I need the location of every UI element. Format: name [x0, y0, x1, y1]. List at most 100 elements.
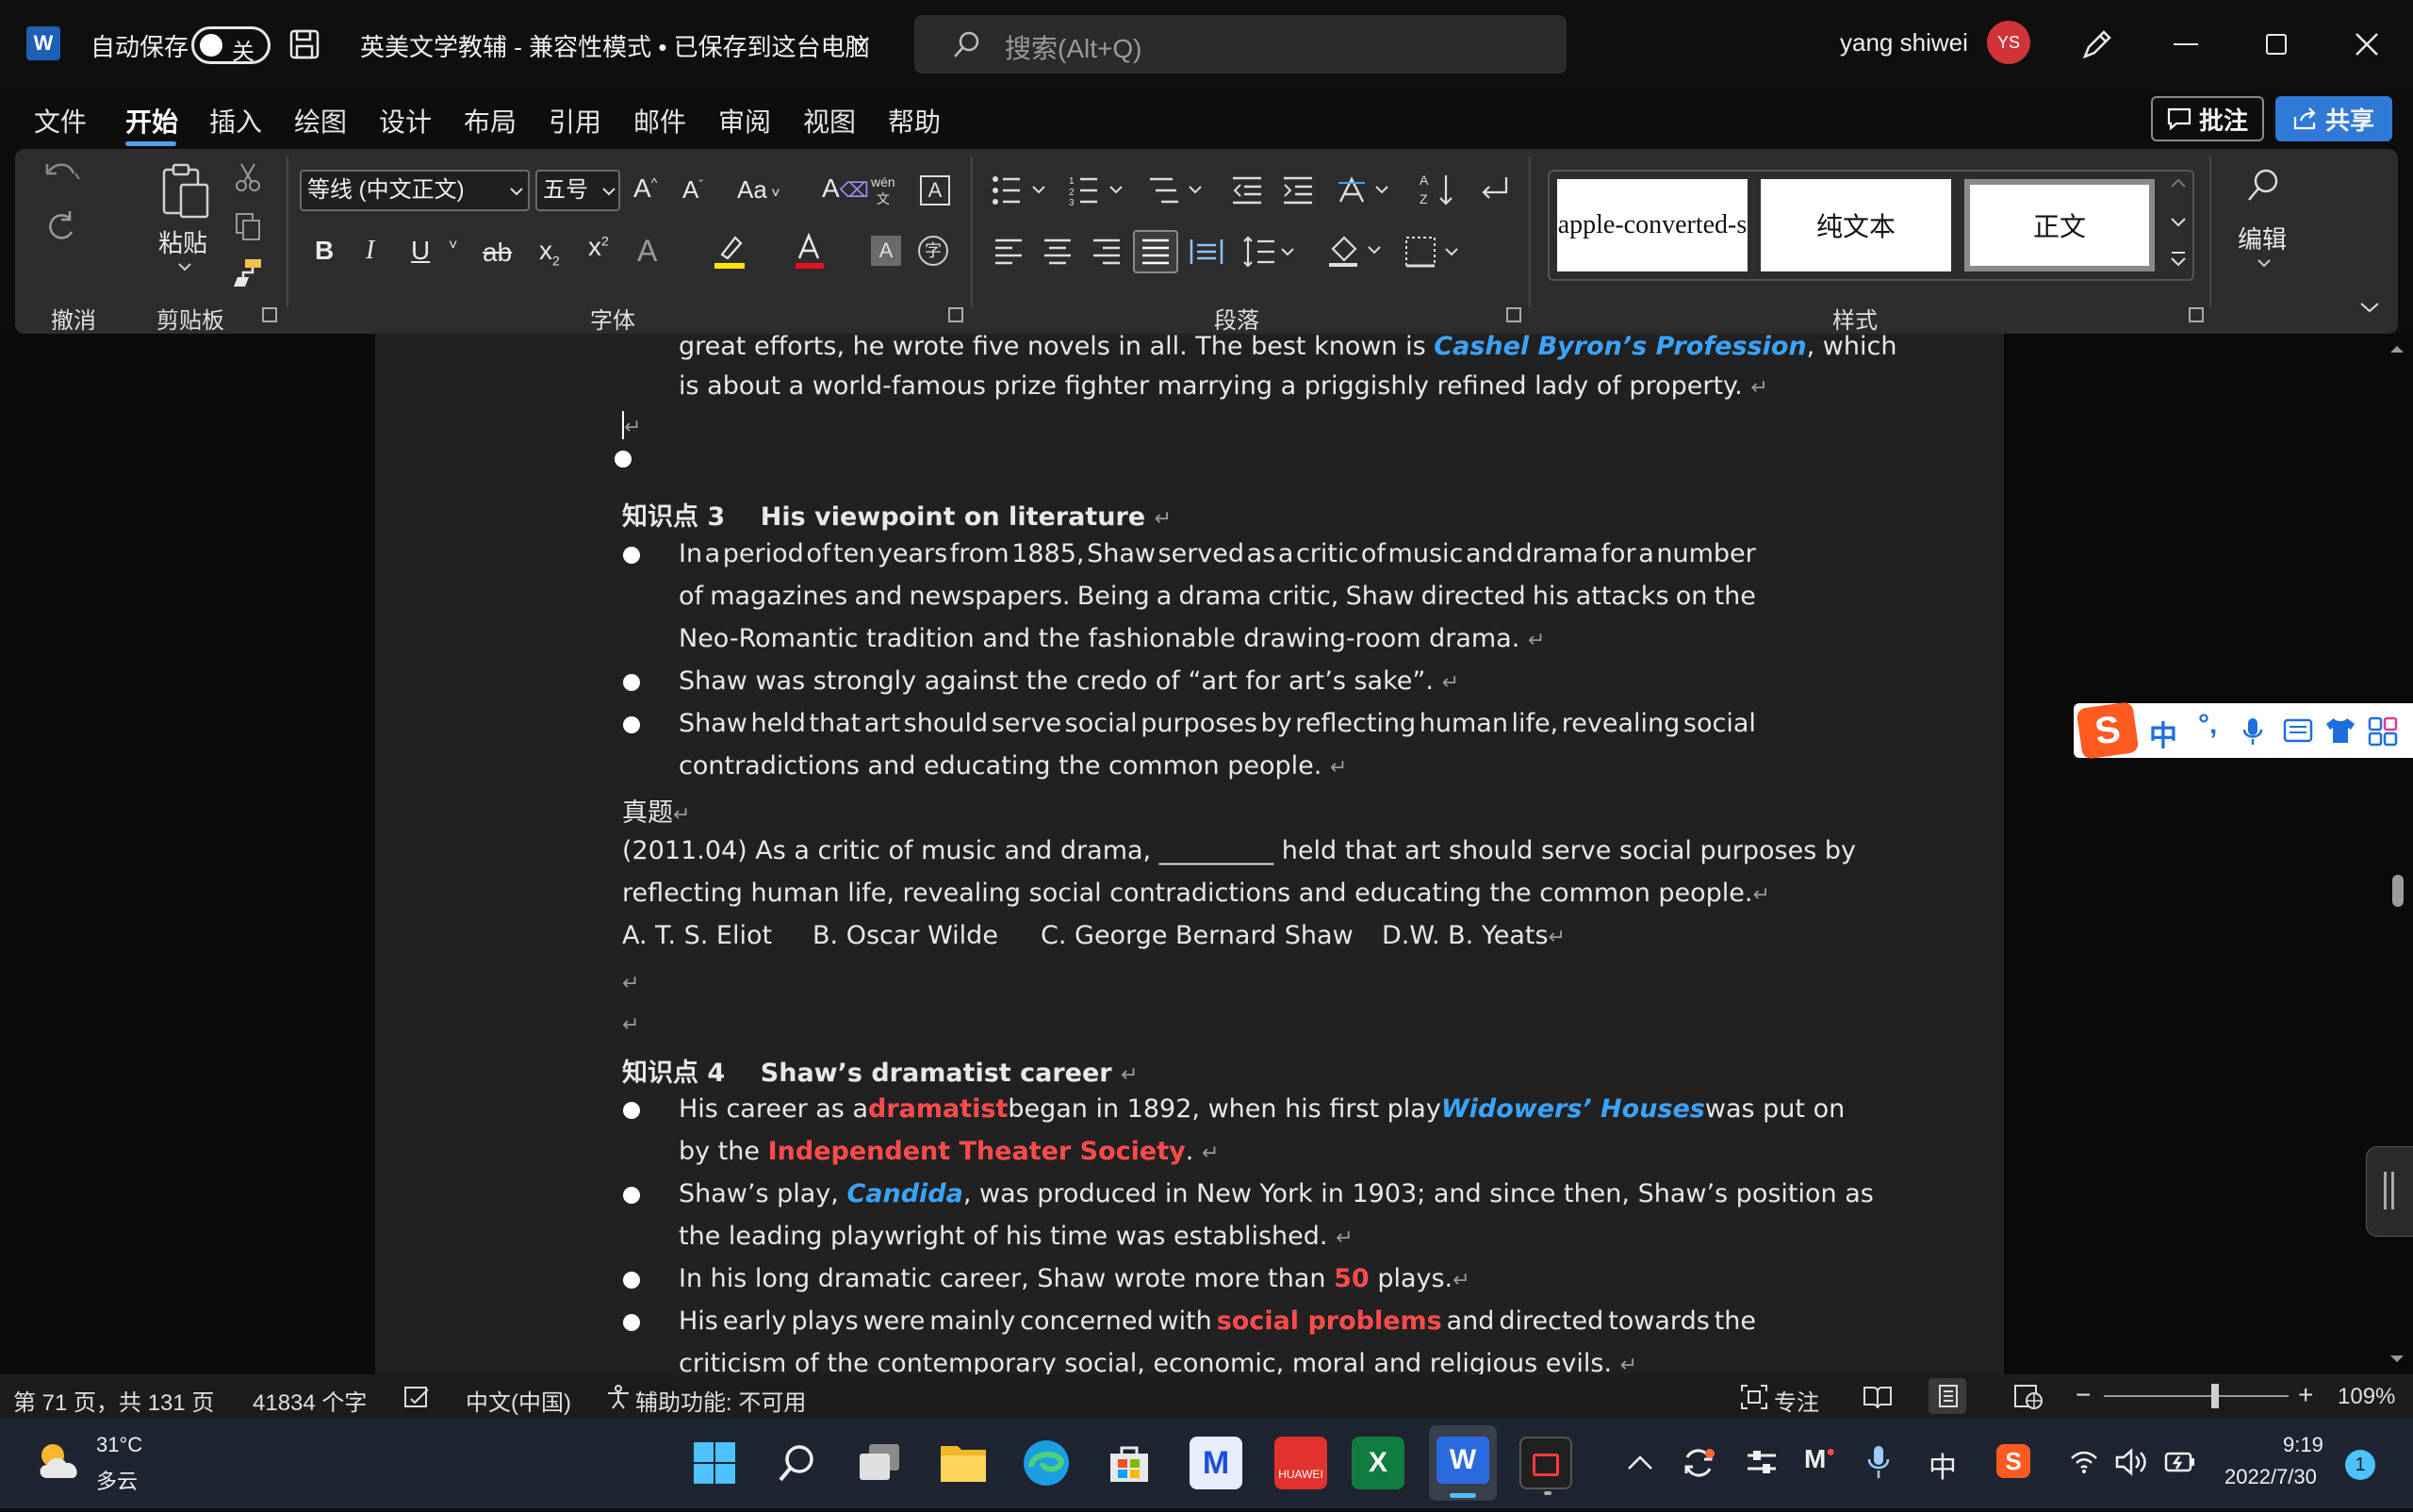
accessibility-icon[interactable]	[605, 1384, 632, 1410]
show-marks-icon[interactable]	[1474, 173, 1510, 207]
strikethrough-icon[interactable]: ab	[483, 238, 512, 268]
tab-draw[interactable]: 绘图	[294, 102, 347, 140]
close-button[interactable]	[2353, 30, 2381, 58]
chevron-down-icon[interactable]	[850, 34, 871, 49]
taskbar-search-icon[interactable]	[777, 1442, 820, 1486]
ime-toolbar[interactable]: S 中 °,	[2074, 701, 2413, 760]
huawei-app-icon[interactable]: HUAWEI	[1274, 1437, 1327, 1489]
focus-icon[interactable]	[1740, 1384, 1768, 1410]
style-plain-text[interactable]: 纯文本	[1761, 179, 1951, 271]
weather-temp[interactable]: 31°C	[96, 1433, 142, 1457]
weather-cloud-icon[interactable]	[34, 1440, 87, 1482]
tab-review[interactable]: 审阅	[718, 102, 771, 140]
paste-button[interactable]: 粘贴	[158, 224, 207, 259]
align-center-icon[interactable]	[1042, 238, 1073, 266]
grow-font-icon[interactable]: A^	[633, 173, 657, 204]
proofing-icon[interactable]	[403, 1386, 430, 1410]
battery-icon[interactable]	[2162, 1448, 2196, 1476]
zoom-slider-thumb[interactable]	[2210, 1384, 2219, 1408]
edge-browser-icon[interactable]	[1022, 1438, 1071, 1487]
character-shading-icon[interactable]: A	[871, 236, 901, 266]
paste-chevron-icon[interactable]	[177, 262, 192, 271]
justify-button[interactable]	[1133, 230, 1178, 273]
comment-button[interactable]: 批注	[2151, 96, 2264, 141]
tab-mailings[interactable]: 邮件	[633, 102, 686, 140]
decrease-indent-icon[interactable]	[1231, 175, 1263, 205]
align-right-icon[interactable]	[1092, 238, 1122, 266]
align-left-icon[interactable]	[993, 238, 1024, 266]
search-box[interactable]: 搜索(Alt+Q)	[914, 15, 1567, 74]
tray-microphone-icon[interactable]	[1866, 1444, 1891, 1480]
sync-icon[interactable]	[1682, 1446, 1715, 1480]
undo-icon[interactable]	[41, 158, 81, 190]
bold-icon[interactable]: B	[315, 236, 334, 266]
store-icon[interactable]	[1107, 1440, 1152, 1486]
zoom-out-button[interactable]: −	[2076, 1380, 2091, 1410]
skin-shirt-icon[interactable]	[2324, 716, 2356, 745]
sogou-tray-icon[interactable]: S	[1996, 1444, 2030, 1478]
ime-punct-icon[interactable]: °,	[2198, 709, 2217, 741]
print-layout-button[interactable]	[1929, 1378, 1966, 1414]
web-layout-icon[interactable]	[2013, 1384, 2044, 1410]
font-color-icon[interactable]	[794, 232, 826, 270]
start-windows-icon[interactable]	[692, 1440, 737, 1486]
borders-icon[interactable]	[1404, 236, 1461, 268]
sort-icon[interactable]: AZ	[1420, 172, 1455, 209]
zoom-slider-track[interactable]	[2104, 1395, 2289, 1397]
tab-file[interactable]: 文件	[34, 102, 87, 140]
screen-recorder-icon[interactable]	[1519, 1437, 1572, 1495]
multilevel-list-icon[interactable]	[1148, 175, 1205, 205]
avatar[interactable]: YS	[1987, 21, 2030, 64]
subscript-icon[interactable]: x2	[539, 236, 560, 269]
clock-date[interactable]: 2022/7/30	[2224, 1465, 2317, 1489]
highlight-icon[interactable]	[713, 232, 750, 270]
change-case-icon[interactable]: Aa ˅	[737, 175, 780, 205]
italic-icon[interactable]: I	[366, 236, 374, 266]
superscript-icon[interactable]: x2	[588, 232, 609, 262]
character-scaling-icon[interactable]	[1337, 173, 1391, 207]
cut-icon[interactable]	[234, 162, 262, 192]
increase-indent-icon[interactable]	[1282, 175, 1314, 205]
tray-overflow-icon[interactable]	[1627, 1454, 1653, 1471]
tab-view[interactable]: 视图	[803, 102, 856, 140]
autosave-toggle[interactable]: 关	[191, 26, 271, 65]
shrink-font-icon[interactable]: Aˇ	[682, 175, 703, 205]
scroll-up-icon[interactable]	[2388, 343, 2405, 354]
side-panel-handle[interactable]	[2366, 1146, 2413, 1237]
font-launcher-icon[interactable]	[948, 307, 963, 322]
accessibility-status[interactable]: 辅助功能: 不可用	[635, 1384, 806, 1417]
styles-launcher-icon[interactable]	[2189, 307, 2204, 322]
redo-icon[interactable]	[41, 207, 79, 243]
collapse-ribbon-icon[interactable]	[2358, 300, 2381, 315]
copy-icon[interactable]	[234, 211, 262, 241]
line-spacing-icon[interactable]	[1242, 236, 1295, 268]
user-name[interactable]: yang shiwei	[1840, 28, 1968, 58]
excel-icon[interactable]: X	[1352, 1437, 1404, 1489]
tab-insert[interactable]: 插入	[209, 102, 262, 140]
zoom-in-button[interactable]: +	[2298, 1380, 2313, 1410]
styles-scroll-down-icon[interactable]	[2168, 213, 2189, 232]
mindmaster-icon[interactable]: M	[1190, 1437, 1242, 1489]
mathtype-icon[interactable]: M●	[1804, 1444, 1835, 1474]
underline-icon[interactable]: U	[411, 236, 430, 266]
designer-pen-icon[interactable]	[2079, 26, 2115, 62]
edit-button[interactable]: 编辑	[2238, 221, 2287, 255]
zoom-level[interactable]: 109%	[2338, 1384, 2395, 1410]
enclose-characters-icon[interactable]: 字	[918, 236, 948, 266]
numbering-icon[interactable]: 123	[1069, 175, 1125, 205]
character-border-icon[interactable]: A	[920, 175, 950, 205]
tab-references[interactable]: 引用	[549, 102, 601, 140]
paragraph-launcher-icon[interactable]	[1506, 307, 1521, 322]
wifi-icon[interactable]	[2070, 1450, 2098, 1474]
weather-desc[interactable]: 多云	[96, 1465, 138, 1495]
tab-layout[interactable]: 布局	[464, 102, 517, 140]
style-normal[interactable]: 正文	[1964, 179, 2155, 271]
clipboard-launcher-icon[interactable]	[262, 307, 277, 322]
settings-sliders-icon[interactable]	[1746, 1446, 1778, 1478]
input-language-indicator[interactable]: 中	[1929, 1444, 1957, 1486]
font-name-select[interactable]: 等线 (中文正文)	[300, 170, 530, 211]
phonetic-guide-icon[interactable]: wén 文	[871, 173, 895, 207]
style-apple-converted[interactable]: apple-converted-s	[1557, 179, 1748, 271]
volume-icon[interactable]	[2115, 1448, 2149, 1476]
chevron-down-icon[interactable]	[2257, 258, 2272, 268]
